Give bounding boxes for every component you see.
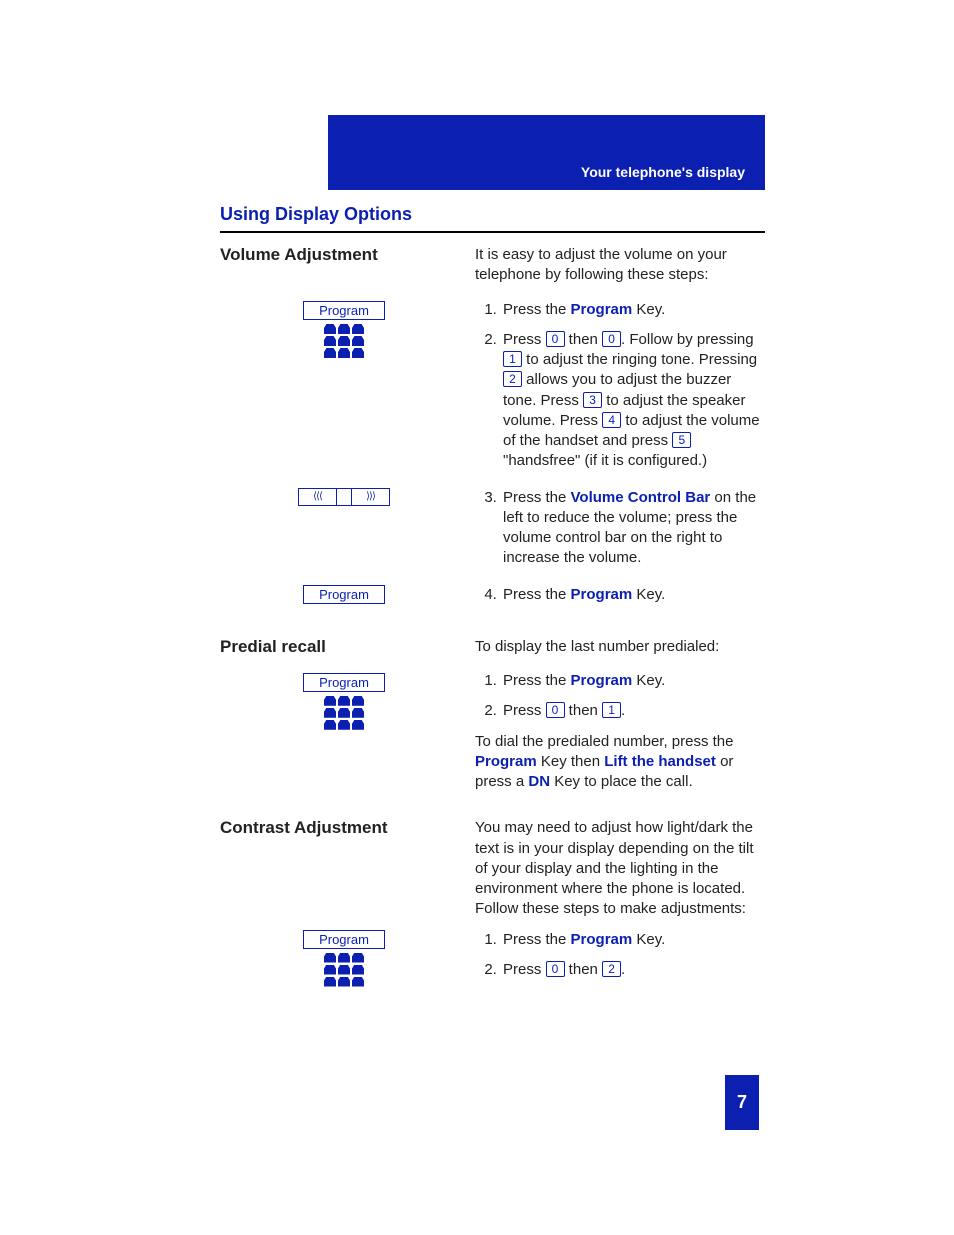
key-icon: 0 xyxy=(602,331,621,347)
row-contrast-2: Program Press the Program Key. Press 0 t… xyxy=(220,930,765,991)
key-icon: 2 xyxy=(503,371,522,387)
predial-outro: To dial the predialed number, press the … xyxy=(475,732,765,793)
key-icon: 2 xyxy=(602,961,621,977)
heading-contrast: Contrast Adjustment xyxy=(220,818,388,838)
heading-volume: Volume Adjustment xyxy=(220,245,378,265)
program-button: Program xyxy=(303,930,385,949)
keypad-icon xyxy=(324,324,366,358)
page-number: 7 xyxy=(725,1075,759,1130)
key-icon: 0 xyxy=(546,702,565,718)
row-predial-1: Predial recall Program To display the la… xyxy=(220,637,765,793)
contrast-step-2: Press 0 then 2. xyxy=(501,960,765,980)
predial-intro: To display the last number predialed: xyxy=(475,637,765,657)
volume-intro: It is easy to adjust the volume on your … xyxy=(475,245,765,286)
volume-steps-3: Press the Program Key. xyxy=(475,585,765,605)
volume-steps-2: Press the Volume Control Bar on the left… xyxy=(475,488,765,569)
program-button: Program xyxy=(303,673,385,692)
page: Your telephone's display Using Display O… xyxy=(0,0,954,1235)
header-label: Your telephone's display xyxy=(581,164,745,180)
volume-step-1: Press the Program Key. xyxy=(501,300,765,320)
row-volume-1: Volume Adjustment Program It is easy to … xyxy=(220,245,765,482)
row-contrast-1: Contrast Adjustment You may need to adju… xyxy=(220,818,765,919)
key-icon: 4 xyxy=(602,412,621,428)
key-icon: 1 xyxy=(602,702,621,718)
contrast-intro: You may need to adjust how light/dark th… xyxy=(475,818,765,919)
predial-step-2: Press 0 then 1. xyxy=(501,701,765,721)
volume-up-icon: ⟩⟩⟩ xyxy=(352,489,389,505)
volume-step-4: Press the Program Key. xyxy=(501,585,765,605)
volume-bar-icon: ⟨⟨⟨ ⟩⟩⟩ xyxy=(298,488,390,506)
key-icon: 0 xyxy=(546,961,565,977)
row-volume-2: ⟨⟨⟨ ⟩⟩⟩ Press the Volume Control Bar on … xyxy=(220,488,765,579)
heading-predial: Predial recall xyxy=(220,637,326,657)
program-button: Program xyxy=(303,301,385,320)
divider xyxy=(220,231,765,233)
keypad-icon xyxy=(324,953,366,987)
key-icon: 1 xyxy=(503,351,522,367)
volume-down-icon: ⟨⟨⟨ xyxy=(299,489,336,505)
key-icon: 5 xyxy=(672,432,691,448)
program-button: Program xyxy=(303,585,385,604)
volume-step-2: Press 0 then 0. Follow by pressing 1 to … xyxy=(501,330,765,472)
row-volume-3: Program Press the Program Key. xyxy=(220,585,765,615)
volume-step-3: Press the Volume Control Bar on the left… xyxy=(501,488,765,569)
key-icon: 3 xyxy=(583,392,602,408)
key-icon: 0 xyxy=(546,331,565,347)
volume-steps-1: Press the Program Key. Press 0 then 0. F… xyxy=(475,300,765,472)
content-area: Using Display Options Volume Adjustment … xyxy=(220,204,765,996)
predial-steps: Press the Program Key. Press 0 then 1. xyxy=(475,671,765,722)
contrast-steps: Press the Program Key. Press 0 then 2. xyxy=(475,930,765,981)
section-title: Using Display Options xyxy=(220,204,765,225)
predial-step-1: Press the Program Key. xyxy=(501,671,765,691)
keypad-icon xyxy=(324,696,366,730)
contrast-step-1: Press the Program Key. xyxy=(501,930,765,950)
header-band: Your telephone's display xyxy=(328,115,765,190)
